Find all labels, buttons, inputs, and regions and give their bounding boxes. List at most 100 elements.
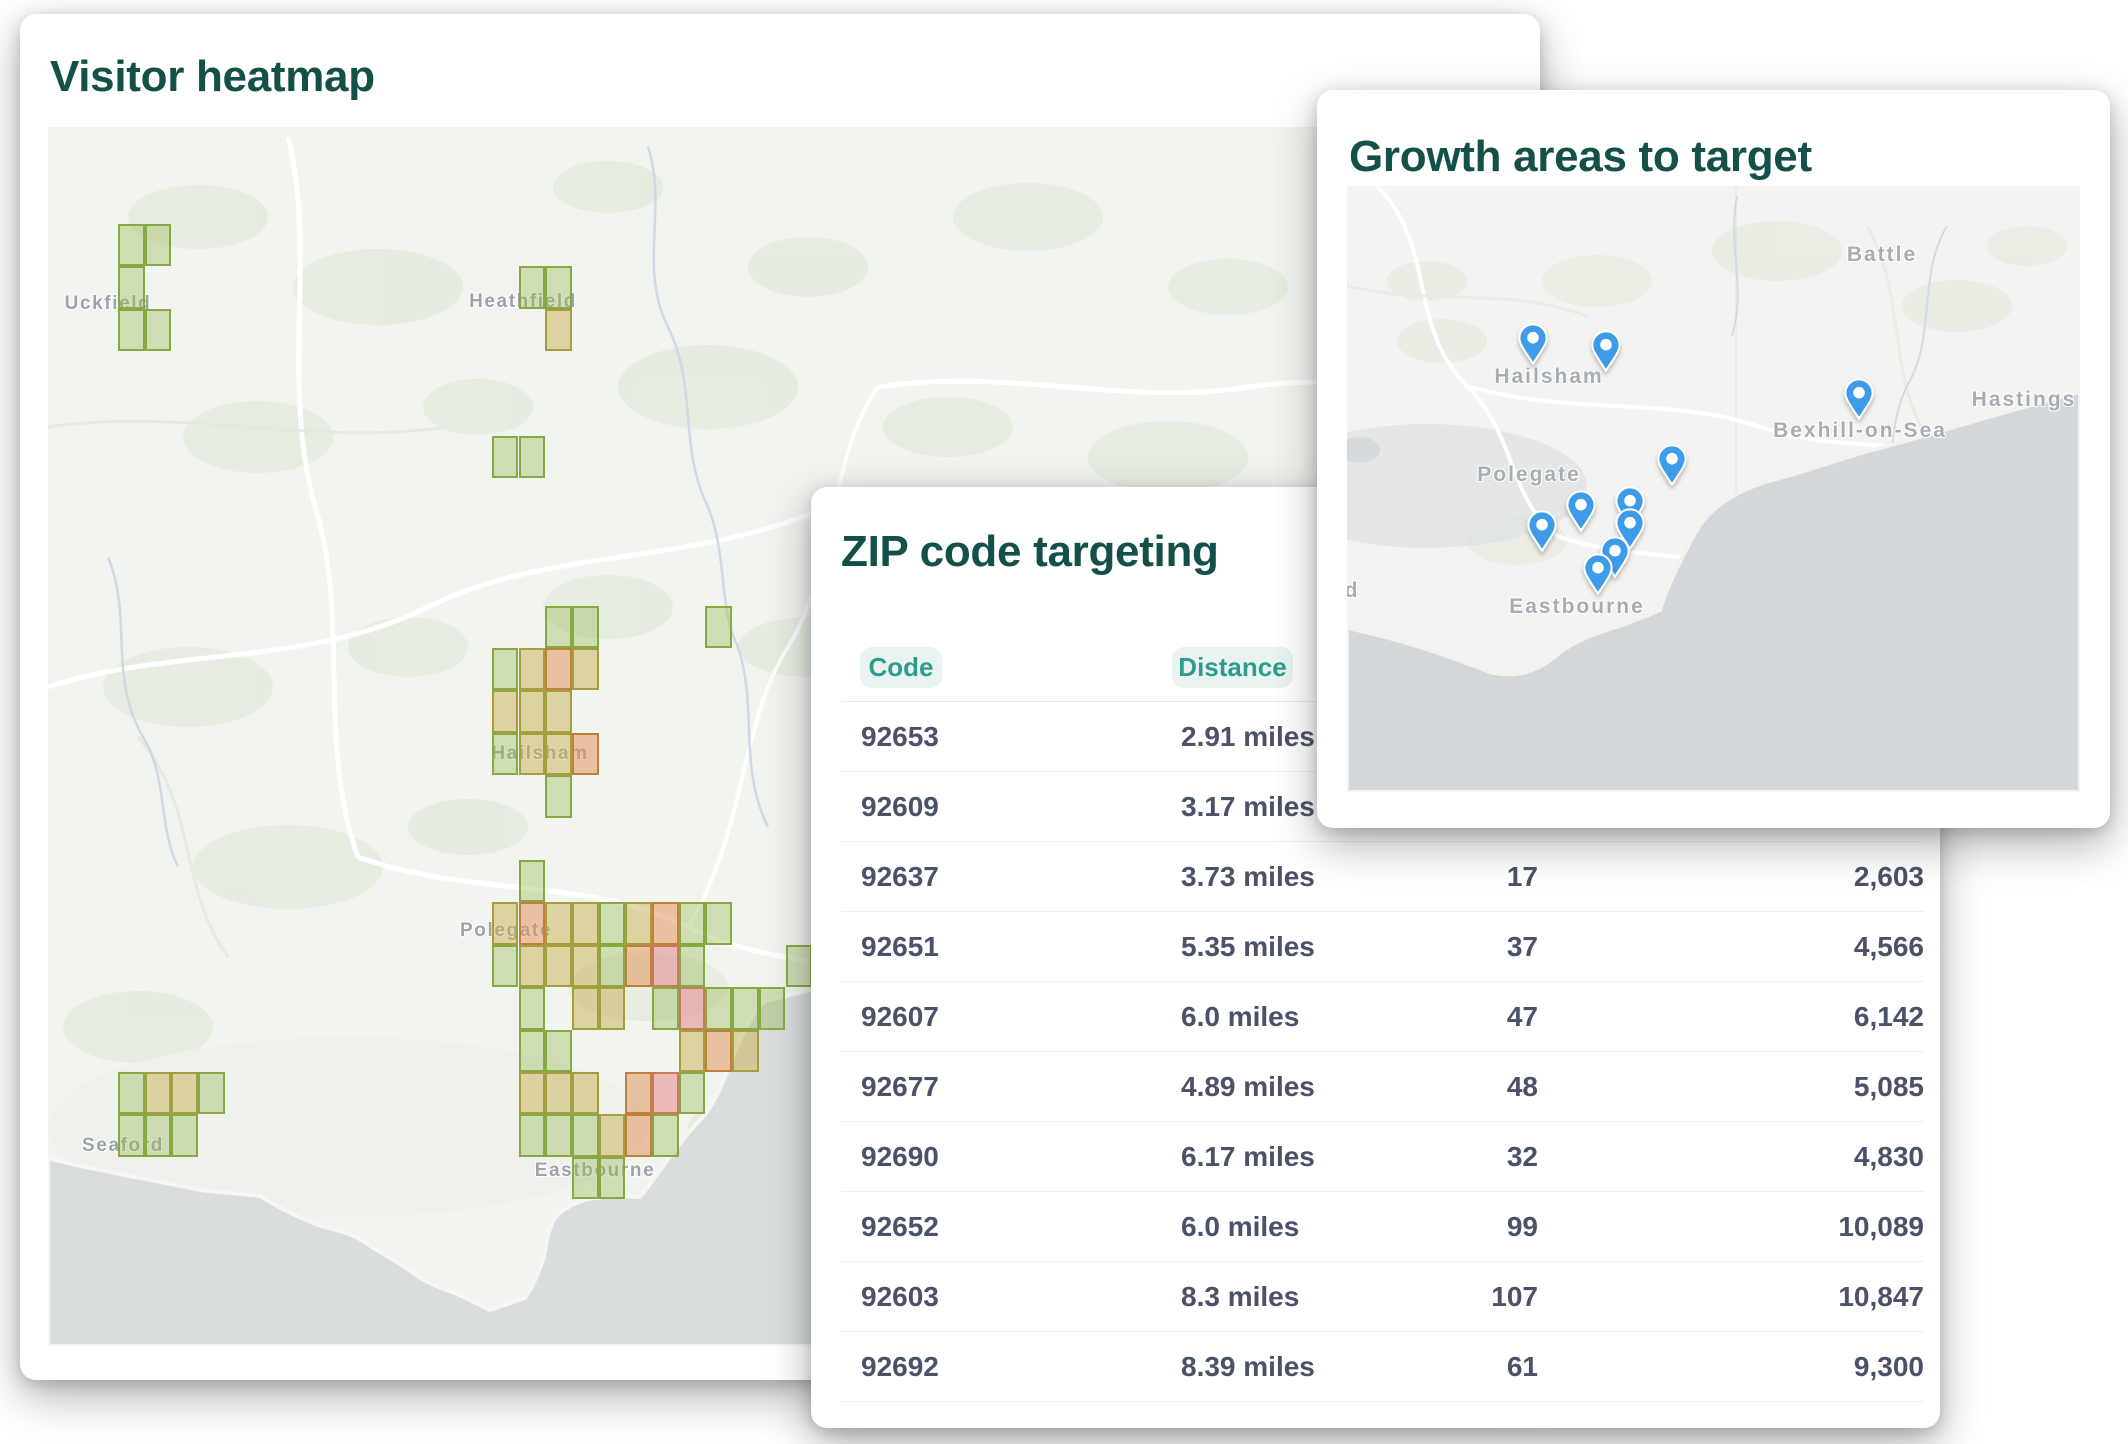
zip-table-row: 926373.73 miles172,603 [841, 842, 1924, 912]
heatmap-cell [572, 648, 599, 690]
zip-table-row: 926038.3 miles10710,847 [841, 1262, 1924, 1332]
heatmap-cell [679, 1072, 706, 1114]
heatmap-cell [545, 648, 572, 690]
heatmap-cell [572, 945, 599, 987]
location-pin-icon[interactable] [1526, 510, 1558, 552]
heatmap-cell [492, 690, 519, 732]
heatmap-cell [732, 987, 759, 1029]
heatmap-cell [759, 987, 786, 1029]
distance-cell: 6.17 miles [1181, 1141, 1381, 1173]
distance-cell: 3.73 miles [1181, 861, 1381, 893]
heatmap-cell [519, 266, 546, 308]
zip-code-cell: 92692 [841, 1351, 1181, 1383]
growth-areas-card: Growth areas to target [1317, 90, 2110, 828]
heatmap-cell [572, 1157, 599, 1199]
population-cell: 10,089 [1538, 1211, 1924, 1243]
heatmap-cell [519, 648, 546, 690]
zip-code-cell: 92603 [841, 1281, 1181, 1313]
heatmap-cell [492, 945, 519, 987]
population-cell: 6,142 [1538, 1001, 1924, 1033]
heatmap-cell [599, 1114, 626, 1156]
count-cell: 48 [1381, 1071, 1538, 1103]
population-cell: 2,603 [1538, 861, 1924, 893]
heatmap-cell [171, 1114, 198, 1156]
location-pin-icon[interactable] [1843, 378, 1875, 420]
heatmap-cell [625, 945, 652, 987]
heatmap-cell [519, 690, 546, 732]
heatmap-cell [545, 1030, 572, 1072]
heatmap-cell [545, 945, 572, 987]
heatmap-cell [545, 309, 572, 351]
population-cell: 10,847 [1538, 1281, 1924, 1313]
column-header-distance[interactable]: Distance [1172, 647, 1293, 688]
growth-areas-map[interactable]: BattleHastingsBexhill-on-SeaHailshamPole… [1347, 186, 2080, 792]
map-place-label: Eastbourne [1509, 595, 1645, 619]
count-cell: 61 [1381, 1351, 1538, 1383]
heatmap-cell [652, 902, 679, 944]
location-pin-icon[interactable] [1582, 553, 1614, 595]
heatmap-cell [519, 945, 546, 987]
location-pin-icon[interactable] [1656, 444, 1688, 486]
heatmap-cell [519, 1030, 546, 1072]
heatmap-cell [545, 733, 572, 775]
column-header-code[interactable]: Code [860, 647, 942, 688]
count-cell: 37 [1381, 931, 1538, 963]
heatmap-cell [171, 1072, 198, 1114]
heatmap-cell [599, 987, 626, 1029]
heatmap-cell [545, 775, 572, 817]
zip-code-cell: 92609 [841, 791, 1181, 823]
heatmap-cell [786, 945, 813, 987]
location-pin-icon[interactable] [1565, 490, 1597, 532]
map-place-label: Polegate [1477, 463, 1581, 487]
heatmap-cell [118, 309, 145, 351]
heatmap-cell [705, 1030, 732, 1072]
zip-code-cell: 92677 [841, 1071, 1181, 1103]
heatmap-cell [705, 606, 732, 648]
heatmap-cell [599, 1157, 626, 1199]
location-pin-icon[interactable] [1590, 330, 1622, 372]
map-place-label: Bexhill-on-Sea [1773, 419, 1947, 443]
distance-cell: 4.89 miles [1181, 1071, 1381, 1103]
heatmap-cell [625, 902, 652, 944]
location-pin-icon[interactable] [1517, 323, 1549, 365]
map-place-label: Hastings [1972, 388, 2077, 412]
heatmap-cell [519, 733, 546, 775]
growth-map-terrain [1347, 186, 2080, 792]
zip-table-row: 926774.89 miles485,085 [841, 1052, 1924, 1122]
distance-cell: 5.35 miles [1181, 931, 1381, 963]
heatmap-cell [545, 1072, 572, 1114]
map-place-label: Hailsham [1494, 365, 1603, 389]
heatmap-cell [118, 1072, 145, 1114]
count-cell: 32 [1381, 1141, 1538, 1173]
heatmap-cell [118, 266, 145, 308]
zip-code-cell: 92637 [841, 861, 1181, 893]
zip-table-row: 926906.17 miles324,830 [841, 1122, 1924, 1192]
heatmap-cell [519, 860, 546, 902]
population-cell: 4,830 [1538, 1141, 1924, 1173]
heatmap-cell [599, 902, 626, 944]
heatmap-cell [145, 224, 172, 266]
heatmap-cell [145, 1114, 172, 1156]
zip-code-cell: 92652 [841, 1211, 1181, 1243]
heatmap-cell [652, 987, 679, 1029]
heatmap-cell [625, 1114, 652, 1156]
heatmap-cell [572, 987, 599, 1029]
heatmap-cell [519, 987, 546, 1029]
population-cell: 9,300 [1538, 1351, 1924, 1383]
heatmap-cell [545, 606, 572, 648]
distance-cell: 8.39 miles [1181, 1351, 1381, 1383]
count-cell: 99 [1381, 1211, 1538, 1243]
heatmap-cell [519, 1114, 546, 1156]
heatmap-cell [492, 902, 519, 944]
heatmap-cell [545, 902, 572, 944]
distance-cell: 6.0 miles [1181, 1001, 1381, 1033]
heatmap-cell [118, 1114, 145, 1156]
heatmap-cell [492, 648, 519, 690]
heatmap-cell [145, 1072, 172, 1114]
heatmap-cell [572, 902, 599, 944]
heatmap-cell [492, 436, 519, 478]
zip-code-cell: 92607 [841, 1001, 1181, 1033]
distance-cell: 8.3 miles [1181, 1281, 1381, 1313]
heatmap-cell [679, 987, 706, 1029]
count-cell: 107 [1381, 1281, 1538, 1313]
